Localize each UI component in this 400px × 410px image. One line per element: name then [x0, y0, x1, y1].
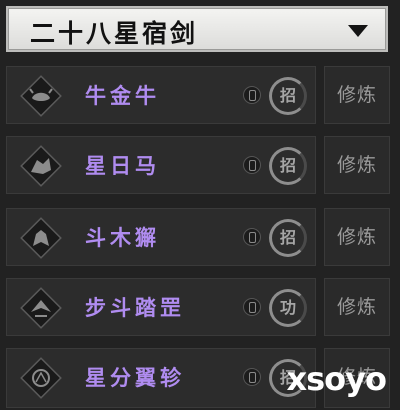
lock-icon: [243, 86, 261, 104]
skill-name: 斗木獬: [85, 226, 160, 250]
step-emblem-icon: [20, 287, 62, 329]
ox-emblem-icon: [20, 75, 62, 117]
skill-row[interactable]: 步斗踏罡 功: [6, 278, 316, 336]
cultivate-button[interactable]: 修炼: [324, 278, 390, 336]
skill-row[interactable]: 牛金牛 招: [6, 66, 316, 124]
lock-icon: [243, 368, 261, 386]
lock-icon: [243, 228, 261, 246]
skill-type-seal: 招: [269, 219, 307, 257]
skill-category-dropdown[interactable]: 二十八星宿剑: [6, 6, 388, 52]
skill-name: 牛金牛: [85, 84, 160, 108]
wing-emblem-icon: [20, 357, 62, 399]
watermark-text: xsoyo: [286, 360, 387, 398]
skill-name: 星日马: [85, 154, 160, 178]
cultivate-button[interactable]: 修炼: [324, 66, 390, 124]
skill-type-seal: 招: [269, 147, 307, 185]
skill-name: 星分翼轸: [85, 366, 185, 390]
lock-icon: [243, 298, 261, 316]
cultivate-button[interactable]: 修炼: [324, 208, 390, 266]
skill-row[interactable]: 斗木獬 招: [6, 208, 316, 266]
dropdown-title: 二十八星宿剑: [30, 19, 199, 48]
skill-type-seal: 功: [269, 289, 307, 327]
lock-icon: [243, 156, 261, 174]
triangle-down-icon[interactable]: [348, 25, 368, 37]
skill-row[interactable]: 星分翼轸 招: [6, 348, 316, 408]
skill-name: 步斗踏罡: [85, 296, 185, 320]
horse-emblem-icon: [20, 145, 62, 187]
skill-type-seal: 招: [269, 77, 307, 115]
skill-panel: 二十八星宿剑 牛金牛 招 修炼 星日马 招 修炼 斗木獬 招 修炼 步斗踏罡 功…: [0, 0, 400, 410]
skill-row[interactable]: 星日马 招: [6, 136, 316, 194]
cultivate-button[interactable]: 修炼: [324, 136, 390, 194]
beast-emblem-icon: [20, 217, 62, 259]
